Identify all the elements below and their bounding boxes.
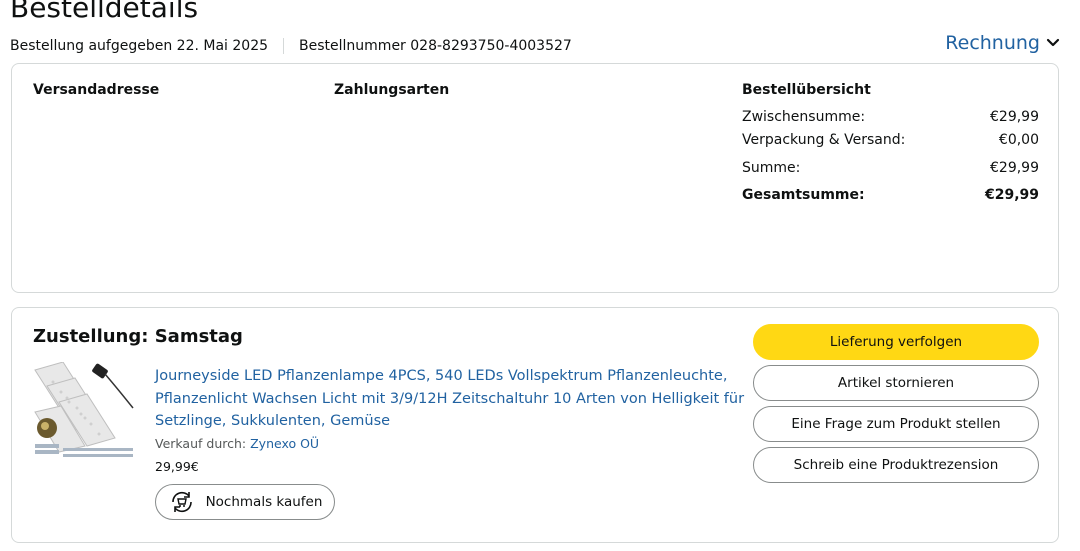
buy-again-icon [171,491,192,513]
grand-total-value: €29,99 [984,187,1039,203]
chevron-down-icon [1046,38,1060,47]
subtotal-row: Zwischensumme: €29,99 [742,109,1039,125]
invoice-dropdown[interactable]: Rechnung [945,32,1060,54]
delivery-title: Zustellung: Samstag [33,326,243,347]
order-date: Bestellung aufgegeben 22. Mai 2025 [10,38,269,54]
grand-total-label: Gesamtsumme: [742,187,865,203]
product-image[interactable] [33,361,135,466]
delivery-card: Zustellung: Samstag Journeyside LED Pfla… [11,307,1059,543]
sold-by-label: Verkauf durch: [155,436,247,451]
subtotal-label: Zwischensumme: [742,109,866,125]
track-delivery-button[interactable]: Lieferung verfolgen [753,324,1039,360]
cancel-item-button[interactable]: Artikel stornieren [753,365,1039,401]
shipping-row: Verpackung & Versand: €0,00 [742,132,1039,148]
product-price: 29,99€ [155,459,199,474]
order-summary-heading: Bestellübersicht [742,82,871,98]
product-title-link[interactable]: Journeyside LED Pflanzenlampe 4PCS, 540 … [155,365,745,433]
ask-product-question-button[interactable]: Eine Frage zum Produkt stellen [753,406,1039,442]
payment-methods-heading: Zahlungsarten [334,82,450,98]
shipping-address-heading: Versandadresse [33,82,160,98]
grand-total-row: Gesamtsumme: €29,99 [742,187,1039,203]
shipping-label: Verpackung & Versand: [742,132,906,148]
order-summary-card: Versandadresse Zahlungsarten Bestellüber… [11,63,1059,293]
seller-line: Verkauf durch: Zynexo OÜ [155,436,319,451]
buy-again-label: Nochmals kaufen [205,494,323,510]
write-review-button[interactable]: Schreib eine Produktrezension [753,447,1039,483]
shipping-value: €0,00 [998,132,1039,148]
order-meta: Bestellung aufgegeben 22. Mai 2025 Beste… [10,36,572,56]
order-details-page: Bestelldetails Bestellung aufgegeben 22.… [0,0,1080,551]
page-title: Bestelldetails [10,0,199,24]
total-value: €29,99 [990,160,1039,176]
total-row: Summe: €29,99 [742,160,1039,176]
buy-again-button[interactable]: Nochmals kaufen [155,484,335,520]
seller-link[interactable]: Zynexo OÜ [250,436,319,451]
led-grow-light-product-image [33,361,135,466]
order-number: Bestellnummer 028-8293750-4003527 [299,38,572,54]
total-label: Summe: [742,160,801,176]
subtotal-value: €29,99 [990,109,1039,125]
meta-divider [283,38,285,54]
invoice-label: Rechnung [945,32,1040,54]
